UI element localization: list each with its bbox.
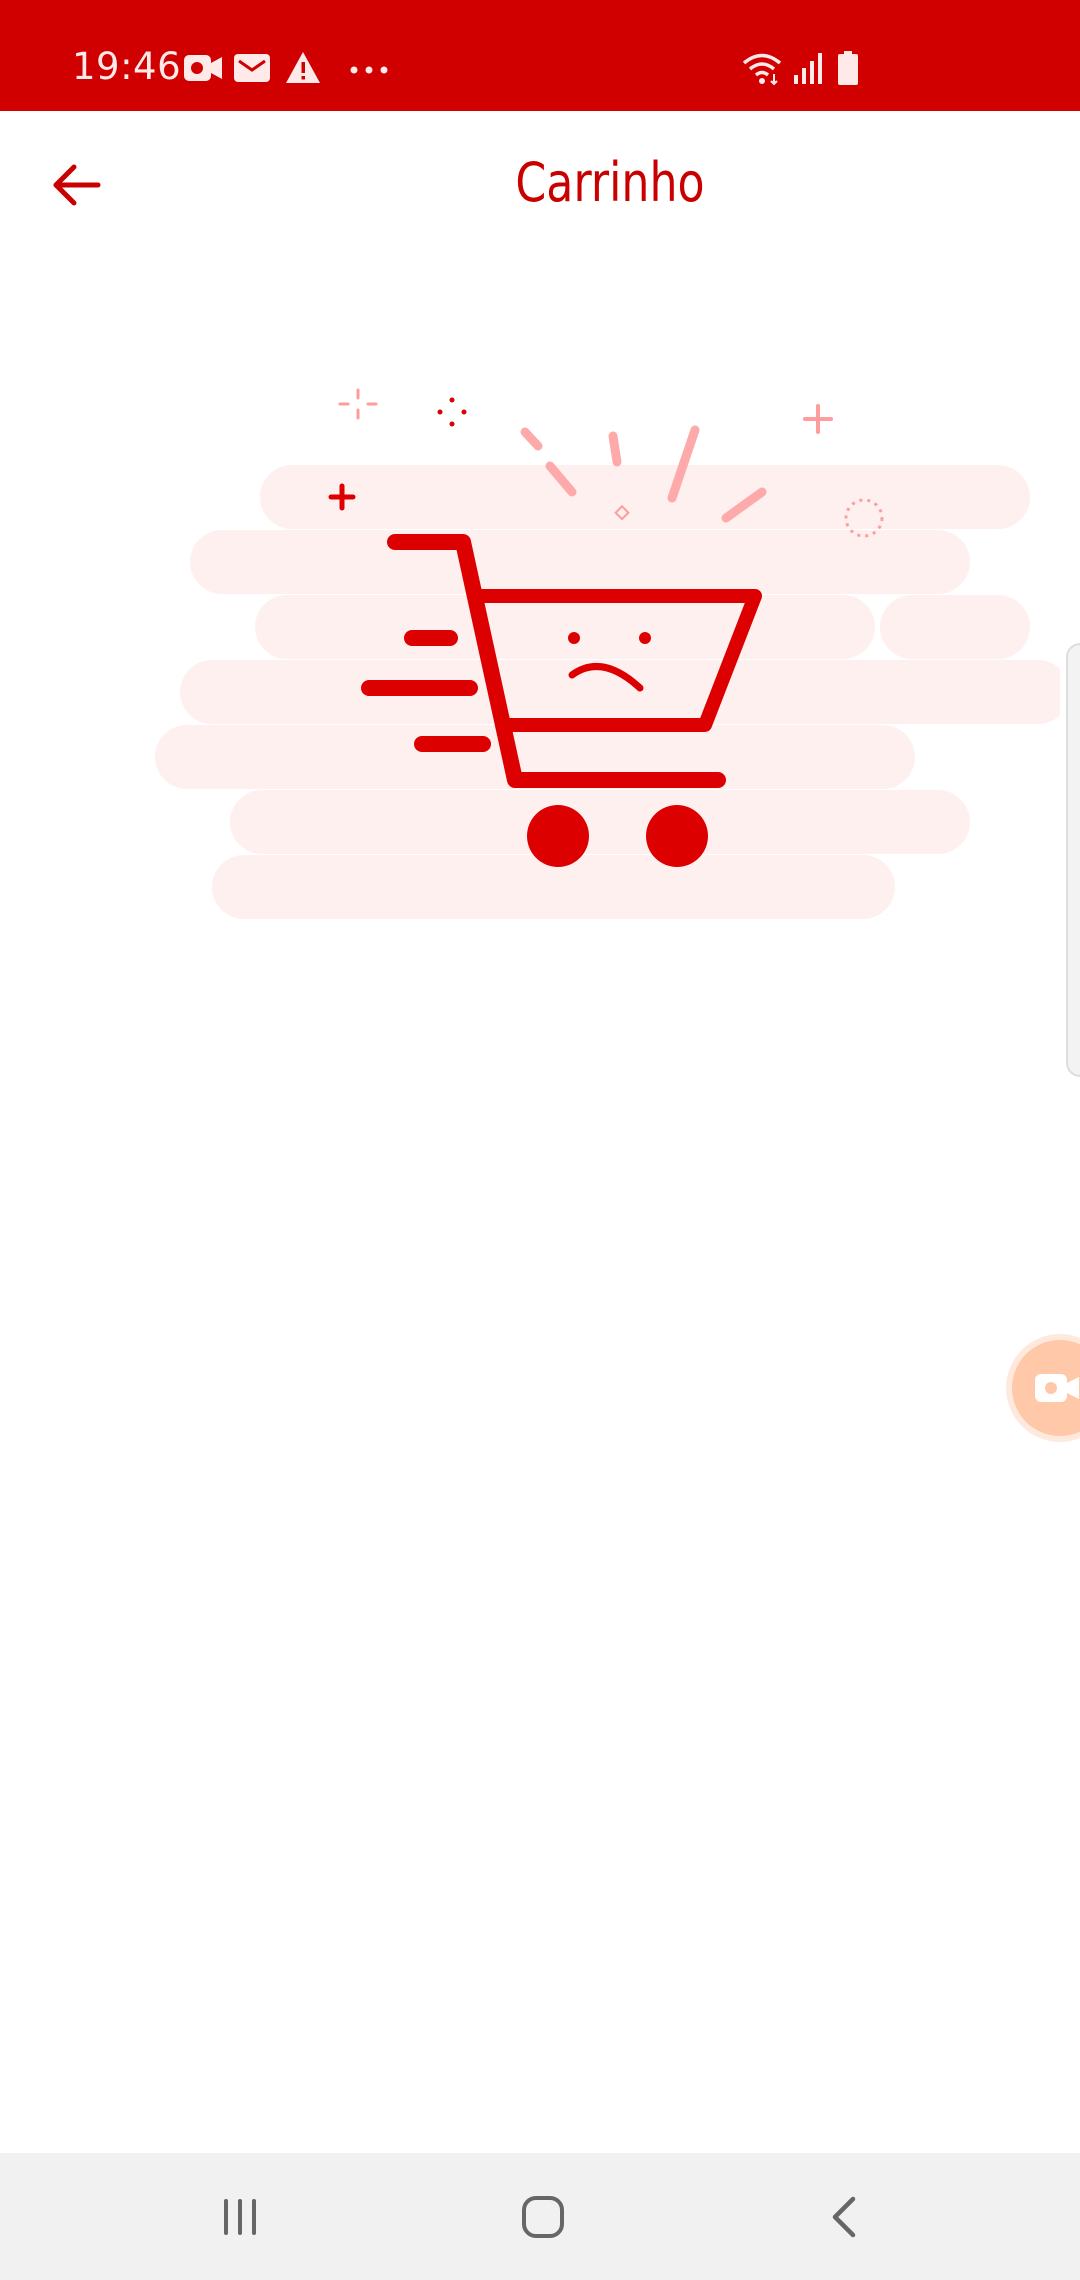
nav-back-button[interactable] — [805, 2181, 885, 2253]
edge-panel-handle[interactable] — [1066, 643, 1080, 1077]
mail-icon — [233, 50, 271, 91]
home-button[interactable] — [503, 2181, 583, 2253]
cart-screen: 19:46 Carrinho — [0, 0, 1080, 2280]
arrow-left-icon — [53, 164, 101, 206]
screen-recorder-icon — [183, 50, 223, 91]
signal-icon — [792, 50, 824, 91]
app-bar: Carrinho — [0, 111, 1080, 261]
home-icon — [522, 2196, 564, 2238]
warning-icon — [285, 50, 321, 91]
background-clouds — [155, 465, 1070, 919]
status-time: 19:46 — [72, 45, 182, 88]
back-icon — [832, 2196, 856, 2238]
back-button[interactable] — [40, 149, 112, 221]
battery-icon — [836, 50, 860, 91]
more-dots-icon — [349, 62, 389, 80]
recent-apps-icon — [224, 2199, 256, 2235]
screen-recorder-icon — [1035, 1374, 1079, 1402]
system-nav-bar — [0, 2153, 1080, 2280]
status-bar: 19:46 — [0, 0, 1080, 111]
page-title: Carrinho — [515, 151, 705, 214]
recent-apps-button[interactable] — [200, 2181, 280, 2253]
wifi-icon — [741, 50, 783, 91]
empty-cart-illustration — [140, 370, 1070, 930]
floating-recorder-button[interactable] — [1012, 1340, 1080, 1436]
